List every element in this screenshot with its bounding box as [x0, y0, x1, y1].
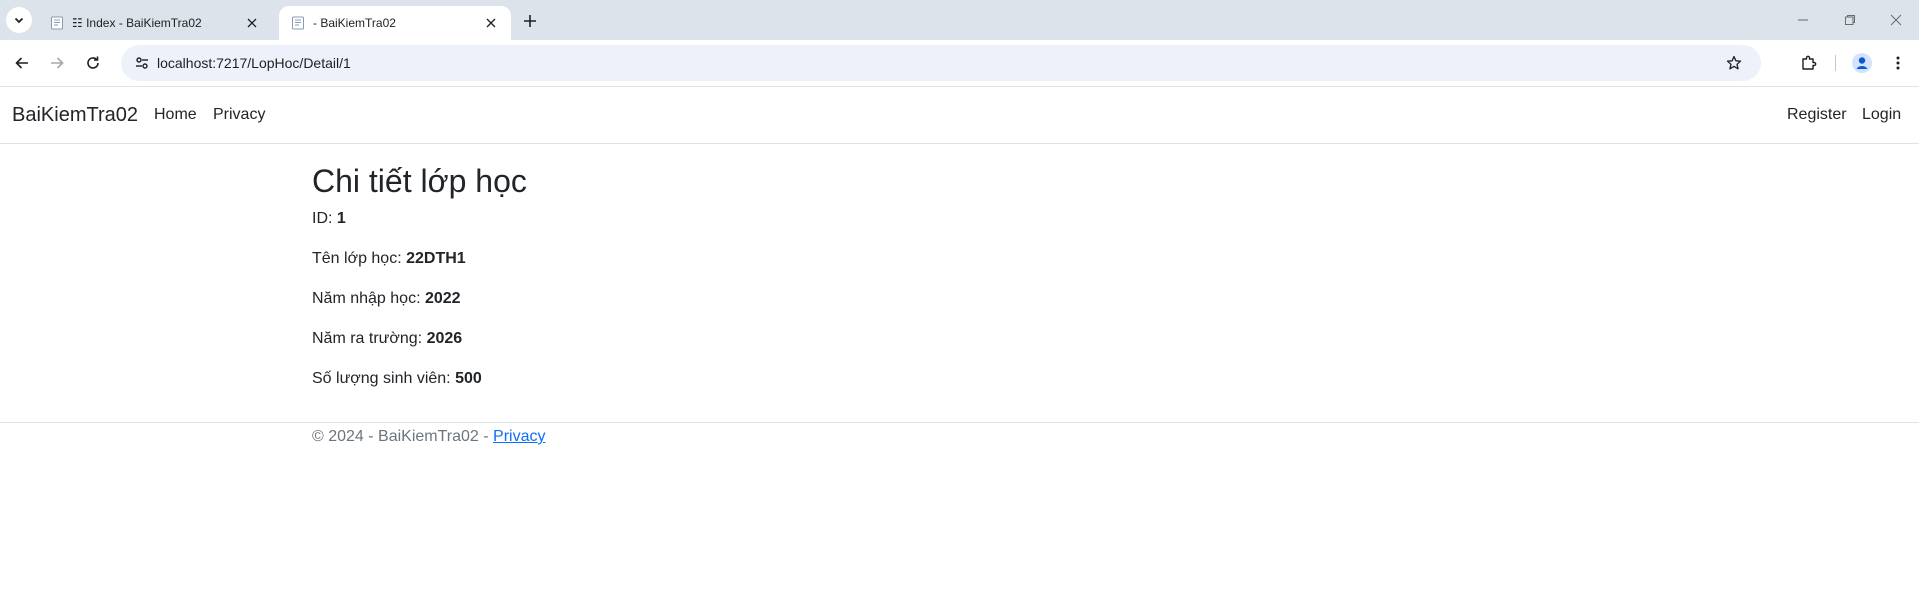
- field-value: 22DTH1: [406, 250, 466, 267]
- tab-title: - BaiKiemTra02: [313, 16, 396, 30]
- chevron-down-icon: [14, 17, 24, 24]
- minimize-button[interactable]: [1780, 6, 1826, 34]
- field-value: 1: [336, 210, 346, 227]
- more-vertical-icon: [1896, 56, 1900, 70]
- arrow-right-icon: [51, 57, 64, 69]
- page-title: Chi tiết lớp học: [312, 163, 527, 199]
- site-footer: © 2024 - BaiKiemTra02 - Privacy: [0, 422, 1919, 445]
- close-tab-icon[interactable]: [479, 11, 503, 35]
- detail-field-student-count: Số lượng sinh viên: 500: [312, 370, 482, 388]
- footer-copyright: © 2024 - BaiKiemTra02 -: [312, 428, 494, 445]
- navbar-brand[interactable]: BaiKiemTra02: [12, 104, 138, 127]
- footer-privacy-link[interactable]: Privacy: [493, 428, 545, 445]
- tune-icon: [136, 57, 148, 69]
- tab-index[interactable]: ☷ Index - BaiKiemTra02: [38, 6, 272, 40]
- field-label: Tên lớp học:: [312, 250, 407, 267]
- browser-toolbar: localhost:7217/LopHoc/Detail/1: [0, 40, 1919, 87]
- field-value: 2022: [424, 290, 461, 307]
- star-icon: [1726, 55, 1742, 70]
- back-button[interactable]: [6, 47, 38, 79]
- field-label: Năm ra trường:: [312, 330, 427, 347]
- toolbar-divider: [1835, 55, 1836, 71]
- tab-search-button[interactable]: [6, 7, 32, 33]
- tab-detail[interactable]: - BaiKiemTra02: [279, 6, 511, 40]
- tab-title: ☷ Index - BaiKiemTra02: [72, 16, 202, 30]
- field-value: 2026: [426, 330, 463, 347]
- page-favicon-icon: [51, 16, 63, 30]
- detail-field-id: ID: 1: [312, 210, 346, 228]
- field-value: 500: [455, 370, 482, 387]
- bookmark-button[interactable]: [1721, 50, 1747, 76]
- nav-link-privacy[interactable]: Privacy: [213, 106, 265, 124]
- nav-link-register[interactable]: Register: [1787, 106, 1847, 124]
- minimize-icon: [1798, 19, 1808, 21]
- browser-menu-button[interactable]: [1882, 47, 1914, 79]
- address-bar[interactable]: localhost:7217/LopHoc/Detail/1: [121, 45, 1761, 81]
- arrow-left-icon: [15, 57, 28, 69]
- main-content: Chi tiết lớp học ID: 1 Tên lớp học: 22DT…: [312, 162, 527, 387]
- detail-field-class-name: Tên lớp học: 22DTH1: [312, 250, 466, 268]
- forward-button[interactable]: [41, 47, 73, 79]
- restore-icon: [1845, 15, 1855, 25]
- nav-link-home[interactable]: Home: [154, 106, 197, 124]
- detail-field-graduation-year: Năm ra trường: 2026: [312, 330, 462, 348]
- restore-button[interactable]: [1827, 6, 1873, 34]
- field-label: Số lượng sinh viên:: [312, 370, 456, 387]
- reload-button[interactable]: [77, 47, 109, 79]
- close-window-button[interactable]: [1873, 6, 1919, 34]
- extensions-button[interactable]: [1793, 47, 1825, 79]
- url-text[interactable]: localhost:7217/LopHoc/Detail/1: [157, 55, 351, 71]
- detail-field-enroll-year: Năm nhập học: 2022: [312, 290, 461, 308]
- page-favicon-icon: [292, 16, 304, 30]
- site-info-button[interactable]: [129, 50, 155, 76]
- new-tab-button[interactable]: [517, 8, 543, 34]
- plus-icon: [524, 15, 536, 27]
- avatar-icon: [1852, 53, 1872, 73]
- reload-icon: [87, 56, 99, 69]
- close-tab-icon[interactable]: [240, 11, 264, 35]
- field-label: Năm nhập học:: [312, 290, 425, 307]
- field-label: ID:: [312, 210, 337, 227]
- footer-text: © 2024 - BaiKiemTra02 - Privacy: [312, 428, 546, 446]
- close-icon: [1890, 14, 1902, 26]
- profile-button[interactable]: [1846, 47, 1878, 79]
- browser-tab-strip: ☷ Index - BaiKiemTra02 - BaiKiemTra02: [0, 0, 1919, 40]
- nav-link-login[interactable]: Login: [1862, 106, 1901, 124]
- puzzle-icon: [1802, 55, 1817, 70]
- site-navbar: BaiKiemTra02 Home Privacy Register Login: [0, 87, 1919, 144]
